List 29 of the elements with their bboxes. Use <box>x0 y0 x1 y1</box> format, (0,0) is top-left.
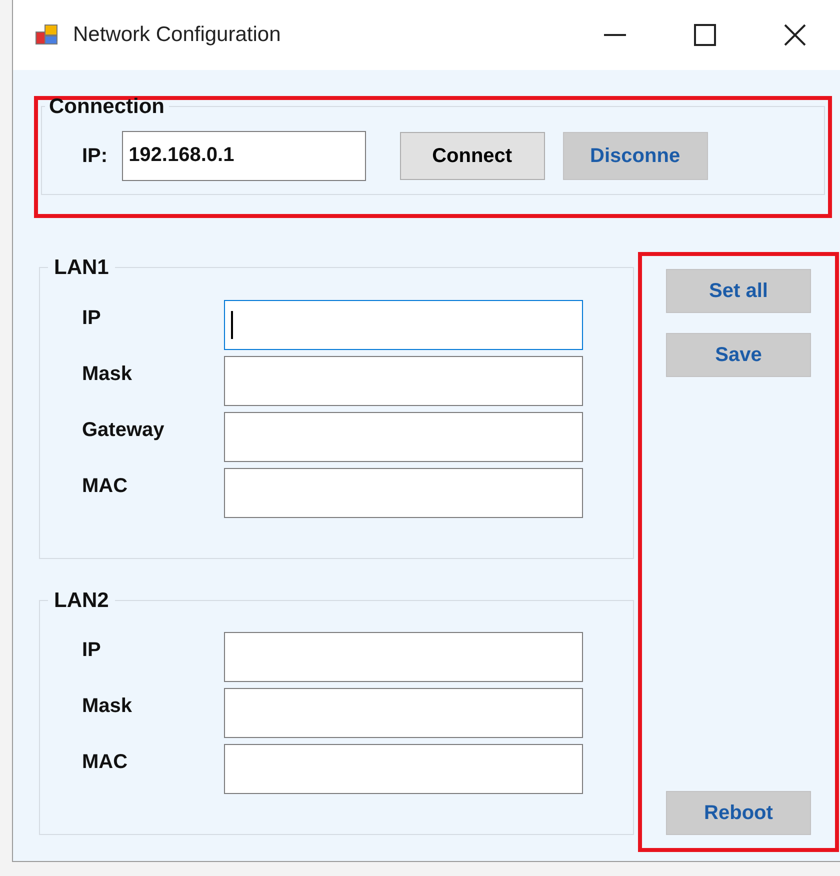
text-cursor <box>231 310 233 338</box>
group-title: Connection <box>48 94 166 120</box>
input-field[interactable] <box>224 468 583 518</box>
field-label: Mask <box>82 694 134 719</box>
input-field[interactable] <box>224 632 583 682</box>
field-label: Gateway <box>82 418 166 442</box>
minimize-icon <box>604 34 626 36</box>
connect-button[interactable]: Connect <box>400 132 545 180</box>
field-label: IP <box>82 306 102 330</box>
action-button[interactable]: Set all <box>666 269 811 313</box>
group-title: LAN1 <box>53 255 110 281</box>
close-icon <box>784 24 806 46</box>
input-field[interactable] <box>224 412 583 462</box>
ip-label: IP: <box>82 144 108 168</box>
input-field[interactable] <box>224 688 583 738</box>
input-field[interactable] <box>224 744 583 794</box>
field-label: MAC <box>82 474 129 498</box>
maximize-icon <box>694 24 716 46</box>
field-label: Mask <box>82 362 134 386</box>
input-field[interactable] <box>224 300 583 350</box>
disconnect-button[interactable]: Disconne <box>562 132 708 180</box>
ip-field[interactable]: 192.168.0.1 <box>122 130 366 180</box>
input-field[interactable] <box>224 356 583 406</box>
field-label: IP <box>82 638 102 663</box>
field-label: MAC <box>82 750 129 775</box>
action-button[interactable]: Reboot <box>666 791 811 835</box>
group-title: LAN2 <box>53 588 110 614</box>
window-title: Network Configuration <box>73 22 281 48</box>
action-button[interactable]: Save <box>666 333 811 377</box>
